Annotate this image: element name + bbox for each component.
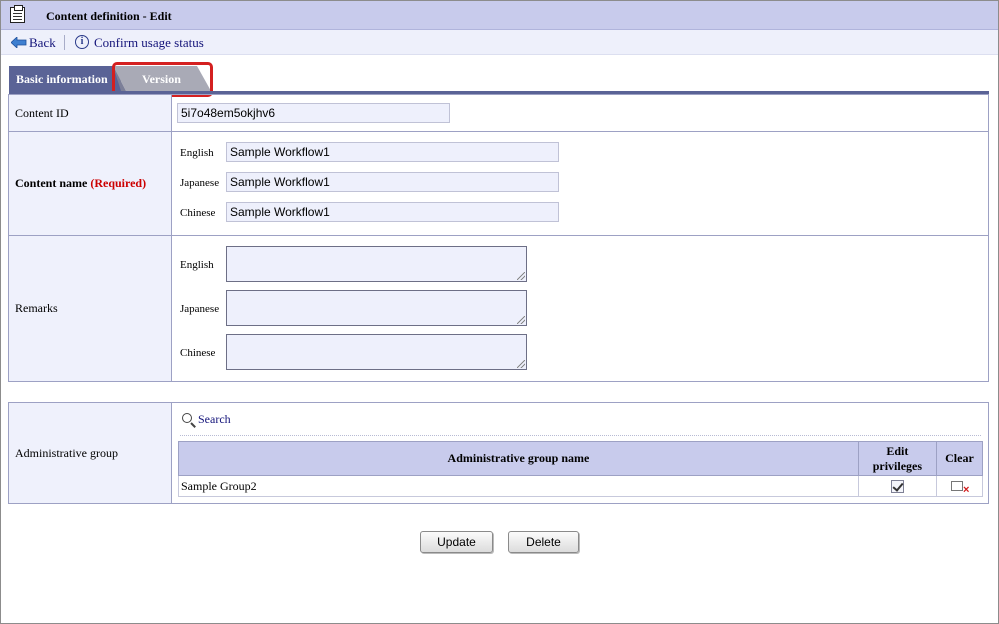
clear-cell: × <box>935 475 984 497</box>
content-name-row: Content name (Required) English Sample W… <box>9 132 988 236</box>
table-row: Sample Group2 × <box>178 475 984 497</box>
admin-group-section: Administrative group Search Administrati… <box>8 402 989 504</box>
confirm-usage-status-label: Confirm usage status <box>94 35 204 50</box>
search-label: Search <box>198 412 231 426</box>
content-name-chinese-label: Chinese <box>180 207 216 219</box>
remarks-label: Remarks <box>9 236 172 381</box>
content-name-label-cell: Content name (Required) <box>9 132 172 235</box>
dotted-divider <box>180 435 981 436</box>
remarks-english-label: English <box>180 259 214 271</box>
back-arrow-icon <box>11 37 27 48</box>
search-link[interactable]: Search <box>182 412 231 427</box>
back-link[interactable]: Back <box>11 34 61 51</box>
remarks-japanese-label: Japanese <box>180 303 220 315</box>
action-bar: Back i Confirm usage status <box>1 30 998 55</box>
search-icon <box>182 413 192 423</box>
content-name-english-label: English <box>180 147 214 159</box>
edit-privileges-cell <box>857 475 937 497</box>
action-separator <box>64 35 65 50</box>
tab-basic-information[interactable]: Basic information <box>9 66 121 91</box>
delete-button[interactable]: Delete <box>508 531 579 553</box>
content-name-chinese-input[interactable]: Sample Workflow1 <box>226 202 559 222</box>
content-name-japanese-label: Japanese <box>180 177 220 189</box>
page-title: Content definition - Edit <box>46 9 172 23</box>
content-name-english-input[interactable]: Sample Workflow1 <box>226 142 559 162</box>
clipboard-icon <box>10 5 25 23</box>
column-header-edit-privileges: Edit privileges <box>857 441 937 476</box>
update-button[interactable]: Update <box>420 531 493 553</box>
remarks-english-textarea[interactable] <box>226 246 527 282</box>
remarks-japanese-textarea[interactable] <box>226 290 527 326</box>
group-name-cell: Sample Group2 <box>178 475 859 497</box>
content-name-japanese-input[interactable]: Sample Workflow1 <box>226 172 559 192</box>
admin-group-table: Administrative group name Edit privilege… <box>178 441 984 497</box>
info-icon: i <box>75 35 89 49</box>
column-header-group-name: Administrative group name <box>178 441 859 476</box>
content-id-label: Content ID <box>9 95 172 131</box>
remarks-chinese-label: Chinese <box>180 347 216 359</box>
content-id-row: Content ID 5i7o48em5okjhv6 <box>9 95 988 132</box>
basic-info-form: Content ID 5i7o48em5okjhv6 Content name … <box>8 94 989 382</box>
edit-privileges-checkbox[interactable] <box>890 480 904 494</box>
column-header-edit-privileges-text: Edit privileges <box>872 443 923 473</box>
confirm-usage-status-link[interactable]: i Confirm usage status <box>75 34 204 51</box>
column-header-clear: Clear <box>935 441 984 476</box>
remarks-row: Remarks English Japanese Chinese <box>9 236 988 381</box>
required-marker: (Required) <box>90 176 147 190</box>
content-name-label: Content name <box>15 176 88 190</box>
admin-group-label: Administrative group <box>9 403 172 503</box>
title-bar: Content definition - Edit <box>1 1 998 30</box>
remarks-chinese-textarea[interactable] <box>226 334 527 370</box>
back-label: Back <box>29 35 56 50</box>
clear-row-icon[interactable]: × <box>951 480 969 496</box>
content-id-field: 5i7o48em5okjhv6 <box>177 103 450 123</box>
